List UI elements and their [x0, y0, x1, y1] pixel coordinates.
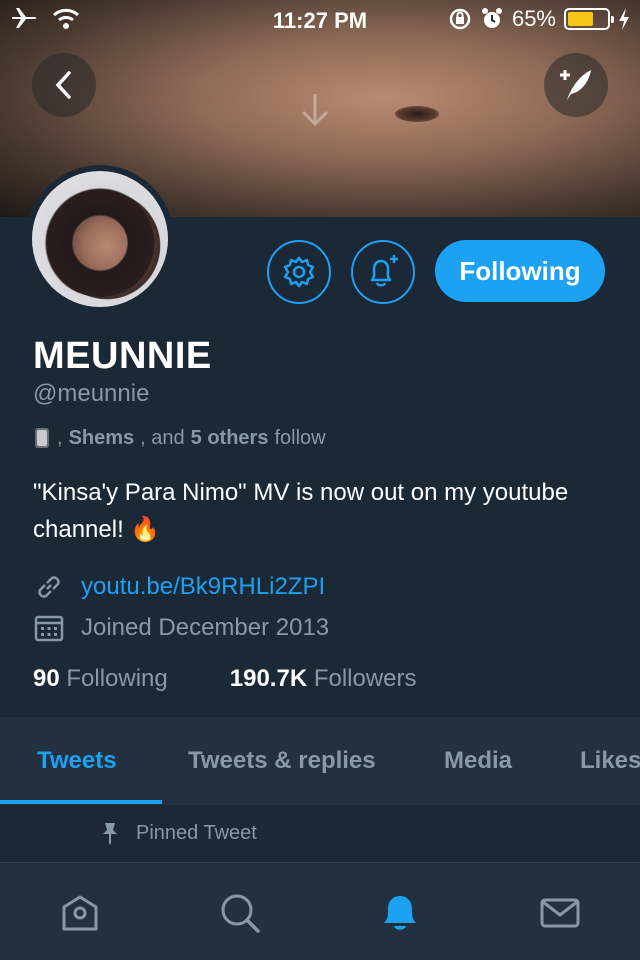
profile-tabs: Tweets Tweets & replies Media Likes	[0, 717, 640, 805]
charging-icon	[619, 8, 629, 30]
following-count: 90	[33, 665, 60, 692]
followed-by-comma: ,	[57, 426, 63, 449]
banner-detail	[395, 106, 439, 122]
add-notification-icon	[370, 255, 398, 287]
nav-messages[interactable]	[536, 889, 584, 937]
nav-notifications[interactable]	[376, 889, 424, 937]
following-button[interactable]: Following	[435, 240, 605, 302]
settings-button[interactable]	[267, 240, 331, 304]
following-stat[interactable]: 90 Following	[33, 665, 168, 693]
profile-bio: "Kinsa'y Para Nimo" MV is now out on my …	[33, 479, 569, 543]
profile-link-row: youtu.be/Bk9RHLi2ZPI	[33, 571, 325, 603]
settings-icon	[283, 256, 315, 288]
nav-home[interactable]	[56, 889, 104, 937]
profile-joined: Joined December 2013	[81, 614, 330, 641]
search-icon	[221, 894, 260, 933]
tab-media[interactable]: Media	[444, 747, 512, 775]
home-icon	[62, 895, 98, 931]
followed-by-suffix: follow	[274, 426, 326, 449]
pull-down-arrow-icon	[301, 94, 329, 127]
bottom-navigation	[0, 862, 640, 960]
profile-joined-row: Joined December 2013	[33, 612, 329, 644]
messages-icon	[540, 898, 580, 928]
follower-avatar-icon	[35, 428, 49, 448]
status-bar: 11:27 PM 65%	[0, 0, 640, 40]
active-tab-indicator	[0, 800, 162, 804]
followers-count: 190.7K	[229, 665, 308, 692]
pinned-label: Pinned Tweet	[136, 821, 257, 844]
followed-by-middle: , and	[140, 426, 185, 449]
following-label: Following	[66, 665, 168, 692]
followed-by-others[interactable]: 5 others	[191, 427, 269, 450]
pin-icon	[103, 823, 117, 845]
followers-stat[interactable]: 190.7K Followers	[230, 665, 417, 693]
followed-by[interactable]: , Shems , and 5 others follow	[33, 426, 326, 450]
back-button[interactable]	[32, 53, 96, 117]
profile-stats: 90 Following 190.7K Followers	[33, 665, 417, 693]
avatar[interactable]	[26, 165, 174, 313]
alarm-icon	[481, 8, 502, 28]
orientation-lock-icon	[449, 8, 471, 30]
tab-tweets[interactable]: Tweets	[37, 747, 117, 775]
profile-link[interactable]: youtu.be/Bk9RHLi2ZPI	[81, 573, 325, 601]
followed-by-name[interactable]: Shems	[69, 427, 135, 450]
profile-name: MEUNNIE	[33, 335, 212, 377]
battery-percent: 65%	[511, 6, 556, 31]
profile-handle: @meunnie	[33, 380, 150, 407]
battery-icon	[564, 8, 614, 30]
pinned-tweet-header: Pinned Tweet	[0, 805, 640, 861]
back-icon	[55, 71, 71, 99]
compose-tweet-button[interactable]	[544, 53, 608, 117]
tab-tweets-replies[interactable]: Tweets & replies	[188, 747, 376, 775]
add-notification-button[interactable]	[351, 240, 415, 304]
followers-label: Followers	[313, 665, 417, 692]
tab-likes[interactable]: Likes	[580, 747, 640, 775]
calendar-icon	[34, 615, 64, 642]
compose-tweet-icon	[560, 70, 591, 100]
nav-search[interactable]	[216, 889, 264, 937]
notifications-icon	[384, 896, 416, 930]
link-icon	[38, 576, 60, 598]
avatar-photo	[32, 171, 168, 307]
